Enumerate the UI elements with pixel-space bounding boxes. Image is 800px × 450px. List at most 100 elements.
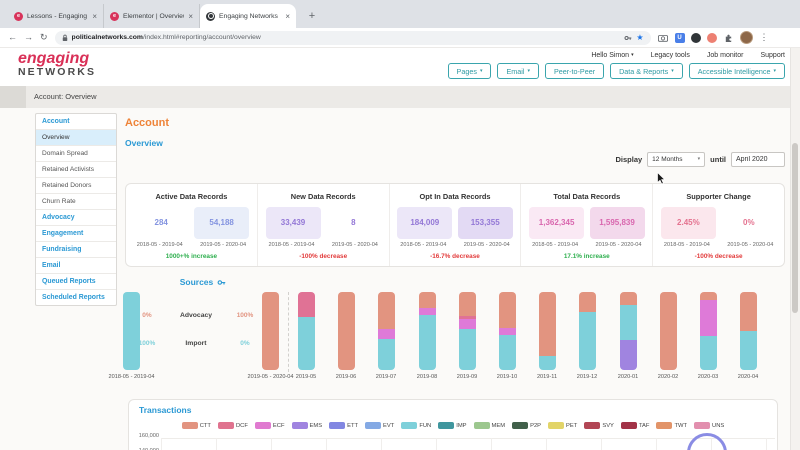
source-bar-2019-12[interactable] [579, 292, 596, 370]
red-extension[interactable] [707, 33, 717, 43]
browser-toolbar: ← → ↻ politicalnetworks.com/index.html#r… [0, 28, 800, 48]
legend-swatch [218, 422, 234, 429]
nav-button-data-reports[interactable]: Data & Reports▾ [610, 63, 683, 79]
browser-menu-icon[interactable]: ⋮ [760, 32, 769, 43]
stat-period-label: 2019-05 - 2020-04 [587, 242, 650, 248]
source-bar-2019-10[interactable] [499, 292, 516, 370]
app-header: engaging NETWORKS Hello Simon▾Legacy too… [0, 48, 800, 86]
stat-card-title: Supporter Change [653, 192, 784, 201]
nav-button-email[interactable]: Email▾ [497, 63, 539, 79]
sidebar-item-fundraising[interactable]: Fundraising [36, 242, 116, 258]
header-link-support[interactable]: Support [760, 52, 785, 59]
sidebar-item-overview[interactable]: Overview [36, 130, 116, 146]
legend-item-mem: MEM [474, 422, 506, 429]
display-range-controls: Display 12 Months ▾ until [615, 152, 785, 167]
source-bar-2020-04[interactable] [740, 292, 757, 370]
transactions-panel: Transactions CTTDCFECFEMSETTEVTFUNIMPMEM… [128, 399, 778, 450]
source-bar-2019-06[interactable] [338, 292, 355, 370]
browser-tab-engaging-networks[interactable]: Engaging Networks× [200, 4, 296, 28]
sidebar-item-scheduled-reports[interactable]: Scheduled Reports [36, 290, 116, 305]
stat-values-row: 184,009153,355 [390, 207, 521, 239]
sidebar-nav: AccountOverviewDomain SpreadRetained Act… [35, 113, 117, 306]
camera-icon[interactable] [658, 34, 668, 42]
legend-swatch [329, 422, 345, 429]
scrollbar-track[interactable] [790, 48, 800, 450]
dark-extension[interactable] [691, 33, 701, 43]
forward-icon[interactable]: → [24, 33, 33, 42]
bar-segment-magenta [378, 329, 395, 338]
legend-label: P2P [530, 423, 541, 429]
bar-segment-magenta [700, 300, 717, 336]
stat-value-cell: 1,595,839 [587, 207, 647, 239]
sidebar-item-queued-reports[interactable]: Queued Reports [36, 274, 116, 290]
back-icon[interactable]: ← [8, 33, 17, 42]
legend-item-ecf: ECF [255, 422, 285, 429]
nav-button-label: Email [506, 67, 524, 76]
browser-tab-elementor-overview-report[interactable]: eElementor | Overview Report× [104, 4, 200, 28]
bookmark-star-icon[interactable]: ★ [636, 34, 643, 42]
sidebar-item-engagement[interactable]: Engagement [36, 226, 116, 242]
stat-values-row: 28454,188 [126, 207, 257, 239]
source-bar-2018-05-2019-04[interactable] [123, 292, 140, 370]
source-bar-2019-09[interactable] [459, 292, 476, 370]
tab-close-icon[interactable]: × [285, 12, 290, 21]
sidebar-item-retained-activists[interactable]: Retained Activists [36, 162, 116, 178]
browser-tab-lessons-engaging-networks[interactable]: eLessons - Engaging Networks× [8, 4, 104, 28]
source-bar-2019-08[interactable] [419, 292, 436, 370]
bar-segment-orange [262, 292, 279, 370]
header-link-legacy-tools[interactable]: Legacy tools [651, 52, 690, 59]
chevron-down-icon: ▾ [631, 53, 634, 58]
source-month-label: 2020-01 [608, 374, 648, 380]
source-bar-2020-01[interactable] [620, 292, 637, 370]
refresh-icon[interactable]: ↻ [40, 33, 48, 42]
puzzle-extensions-icon[interactable] [724, 33, 733, 42]
sidebar-item-email[interactable]: Email [36, 258, 116, 274]
breadcrumb: Account: Overview [34, 86, 97, 108]
until-date-input[interactable] [731, 152, 785, 167]
blue-u-extension[interactable]: U [675, 33, 685, 43]
key-icon[interactable] [217, 278, 226, 287]
bar-segment-teal [539, 356, 556, 370]
header-link-hello-simon[interactable]: Hello Simon▾ [591, 52, 633, 59]
sidebar-item-churn-rate[interactable]: Churn Rate [36, 194, 116, 210]
bar-segment-orange [579, 292, 596, 312]
sidebar-item-domain-spread[interactable]: Domain Spread [36, 146, 116, 162]
profile-avatar[interactable] [740, 31, 753, 44]
bar-segment-teal [579, 312, 596, 370]
loading-spinner [687, 433, 727, 450]
sidebar-item-account[interactable]: Account [36, 114, 116, 130]
legend-item-imp: IMP [438, 422, 466, 429]
new-tab-button[interactable]: + [304, 8, 320, 24]
nav-button-peer-to-peer[interactable]: Peer-to-Peer [545, 63, 604, 79]
password-key-icon[interactable] [624, 34, 632, 42]
sidebar-item-advocacy[interactable]: Advocacy [36, 210, 116, 226]
source-bar-2020-03[interactable] [700, 292, 717, 370]
tab-close-icon[interactable]: × [92, 12, 97, 21]
legend-swatch [621, 422, 637, 429]
source-bar-2019-11[interactable] [539, 292, 556, 370]
display-months-select[interactable]: 12 Months ▾ [647, 152, 705, 167]
source-summary-label: 2018-05 - 2019-04 [93, 374, 170, 380]
nav-button-pages[interactable]: Pages▾ [448, 63, 492, 79]
legend-item-uns: UNS [694, 422, 724, 429]
scrollbar-thumb[interactable] [792, 143, 798, 313]
tab-close-icon[interactable]: × [188, 12, 193, 21]
nav-button-accessible-intelligence[interactable]: Accessible Intelligence▾ [689, 63, 785, 79]
source-bar-2020-02[interactable] [660, 292, 677, 370]
header-links: Hello Simon▾ Legacy tools Job monitor Suppo… [591, 52, 785, 59]
source-bar-2019-05[interactable] [298, 292, 315, 370]
address-bar[interactable]: politicalnetworks.com/index.html#reporti… [55, 31, 651, 45]
legend-label: EMS [310, 423, 323, 429]
gridline-vertical [491, 438, 492, 450]
display-label: Display [615, 155, 642, 164]
bar-segment-teal [499, 335, 516, 370]
legend-item-evt: EVT [365, 422, 394, 429]
sidebar-item-retained-donors[interactable]: Retained Donors [36, 178, 116, 194]
header-link-job-monitor[interactable]: Job monitor [707, 52, 744, 59]
source-bar-2019-07[interactable] [378, 292, 395, 370]
source-bar-2019-05-2020-04[interactable] [262, 292, 279, 370]
nav-button-label: Pages [457, 67, 477, 76]
bar-segment-pink [459, 316, 476, 319]
stat-period-label: 2019-05 - 2020-04 [323, 242, 386, 248]
logo-word-engaging: engaging [18, 50, 96, 67]
